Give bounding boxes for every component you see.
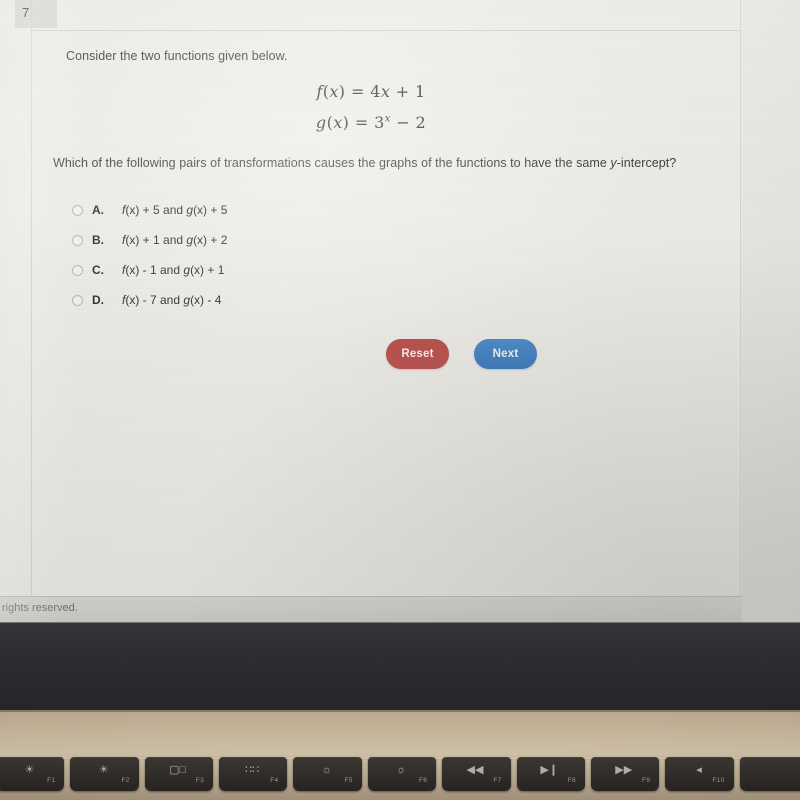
radio-button-d-icon[interactable] <box>72 294 83 306</box>
eq-f-rhs-var: x <box>380 82 391 101</box>
eq-g-var: x <box>333 113 343 133</box>
radio-button-c-icon[interactable] <box>72 264 83 276</box>
eq-g-exponent: x <box>384 113 391 125</box>
option-text-d: f(x) - 7 and g(x) - 4 <box>122 293 221 307</box>
page-footer: rights reserved. <box>0 596 742 622</box>
play-pause-key-glyph: ▶❙ <box>540 764 559 776</box>
question-text-post: -intercept? <box>616 156 677 170</box>
launchpad-key[interactable]: ∷∷ F4 <box>219 757 288 791</box>
brightness-up-key[interactable]: ☀ F2 <box>70 757 139 791</box>
option-text-a: f(x) + 5 and g(x) + 5 <box>122 203 227 217</box>
eq-f-var: x <box>329 82 339 101</box>
bezel-highlight <box>0 622 800 623</box>
rewind-key-glyph: ◀◀ <box>466 764 484 776</box>
option-letter-a: A. <box>92 203 104 217</box>
option-letter-d: D. <box>92 293 104 307</box>
equation-g: g(x) = 3x − 2 <box>0 107 742 138</box>
eq-f-tail: + 1 <box>395 82 426 101</box>
question-text: Which of the following pairs of transfor… <box>53 155 676 172</box>
eq-g-name: g <box>315 113 327 133</box>
radio-button-b-icon[interactable] <box>72 234 83 246</box>
keyboard-backlight-up-key-label: F6 <box>418 777 428 784</box>
laptop-screen: 7 Consider the two functions given below… <box>0 0 800 622</box>
brightness-up-key-glyph: ☀ <box>98 764 109 776</box>
play-pause-key-label: F8 <box>567 777 576 784</box>
option-letter-c: C. <box>92 263 104 277</box>
eq-g-paren-close: ) <box>342 113 350 133</box>
mute-key-label: F10 <box>712 777 725 784</box>
option-c-post: (x) + 1 <box>190 263 225 277</box>
mute-key[interactable]: ◂ F10 <box>665 757 734 791</box>
radio-button-a-icon[interactable] <box>72 204 83 216</box>
rewind-key-label: F7 <box>493 777 502 784</box>
keyboard-backlight-down-key-glyph: ☼ <box>321 764 332 776</box>
keyboard-backlight-down-key-label: F5 <box>344 777 353 784</box>
launchpad-key-glyph: ∷∷ <box>245 764 260 776</box>
brightness-down-key-label: F1 <box>47 777 56 784</box>
eq-f-paren-close: ) <box>338 82 346 101</box>
option-d-post: (x) - 4 <box>190 293 222 307</box>
option-d-mid: (x) - 7 and <box>125 293 184 307</box>
eq-g-tail: − 2 <box>396 113 427 133</box>
question-text-pre: Which of the following pairs of transfor… <box>53 156 611 170</box>
brightness-up-key-label: F2 <box>121 777 130 784</box>
fast-forward-key-glyph: ▶▶ <box>615 764 633 776</box>
option-b-post: (x) + 2 <box>193 233 228 247</box>
brightness-down-key-glyph: ☀ <box>24 764 35 776</box>
answer-options-list: A. f(x) + 5 and g(x) + 5 B. f(x) + 1 and… <box>72 195 227 315</box>
header-divider <box>32 30 740 31</box>
reset-button[interactable]: Reset <box>386 339 449 369</box>
copyright-text: rights reserved. <box>2 602 78 614</box>
prompt-intro-text: Consider the two functions given below. <box>66 49 288 63</box>
keyboard-backlight-up-key-glyph: ☼ <box>396 764 407 776</box>
option-letter-b: B. <box>92 233 104 247</box>
launchpad-key-label: F4 <box>270 777 279 784</box>
rewind-key[interactable]: ◀◀ F7 <box>442 757 511 791</box>
function-key-row: ☀ F1 ☀ F2 ▢□ F3 ∷∷ F4 ☼ F5 ☼ F6 ◀◀ F7 ▶❙ F8 ▶▶ F9 ◂ F10 <box>0 757 800 800</box>
option-row-c[interactable]: C. f(x) - 1 and g(x) + 1 <box>72 255 227 285</box>
eq-f-rhs: = 4 <box>350 82 381 101</box>
option-text-b: f(x) + 1 and g(x) + 2 <box>122 233 227 247</box>
equation-f: f(x) = 4x + 1 <box>0 76 742 107</box>
fast-forward-key[interactable]: ▶▶ F9 <box>590 757 660 791</box>
partial-key[interactable] <box>739 757 800 791</box>
option-row-d[interactable]: D. f(x) - 7 and g(x) - 4 <box>72 285 227 315</box>
keyboard-backlight-up-key[interactable]: ☼ F6 <box>367 757 437 791</box>
option-text-c: f(x) - 1 and g(x) + 1 <box>122 263 224 277</box>
play-pause-key[interactable]: ▶❙ F8 <box>516 757 585 791</box>
mission-control-key-label: F3 <box>195 777 205 784</box>
keyboard-backlight-down-key[interactable]: ☼ F5 <box>293 757 362 791</box>
option-a-mid: (x) + 5 and <box>125 203 187 217</box>
eq-g-rhs: = 3 <box>354 113 385 133</box>
fast-forward-key-label: F9 <box>642 777 651 784</box>
action-buttons: Reset Next <box>386 339 537 369</box>
laptop-hinge <box>0 710 800 712</box>
mission-control-key[interactable]: ▢□ F3 <box>144 757 214 791</box>
brightness-down-key[interactable]: ☀ F1 <box>0 757 65 791</box>
option-b-mid: (x) + 1 and <box>125 233 187 247</box>
option-row-a[interactable]: A. f(x) + 5 and g(x) + 5 <box>72 195 227 225</box>
next-button[interactable]: Next <box>474 339 537 369</box>
equation-block: f(x) = 4x + 1 g(x) = 3x − 2 <box>0 76 742 138</box>
quiz-page: 7 Consider the two functions given below… <box>0 0 742 622</box>
mute-key-glyph: ◂ <box>696 764 702 776</box>
option-row-b[interactable]: B. f(x) + 1 and g(x) + 2 <box>72 225 227 255</box>
laptop-bezel <box>0 622 800 710</box>
option-a-post: (x) + 5 <box>193 203 228 217</box>
mission-control-key-glyph: ▢□ <box>169 764 187 776</box>
option-c-mid: (x) - 1 and <box>125 263 184 277</box>
question-number-label: 7 <box>22 5 30 20</box>
